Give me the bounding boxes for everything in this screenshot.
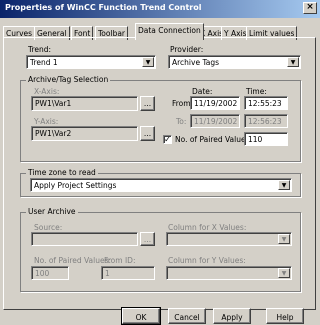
chevron-down-icon: ▼	[278, 234, 290, 244]
to-date-field: 11/19/2002	[190, 114, 240, 128]
chevron-down-icon[interactable]: ▼	[287, 57, 299, 67]
date-header: Date:	[192, 87, 213, 96]
ok-label: OK	[135, 313, 147, 322]
from-date-value: 11/19/2002	[194, 99, 238, 108]
provider-label: Provider:	[170, 45, 204, 54]
apply-label: Apply	[221, 313, 243, 322]
ellipsis-icon: ...	[143, 235, 152, 244]
paired-values-checkbox[interactable]: ✓	[163, 135, 172, 144]
from-time-value: 12:55:23	[248, 99, 282, 108]
to-date-value: 11/19/2002	[194, 117, 238, 126]
trend-label: Trend:	[28, 45, 52, 54]
x-axis-field: PW1\Var1	[31, 96, 138, 111]
user-archive-title: User Archive	[26, 207, 78, 216]
close-button[interactable]: ×	[303, 2, 317, 14]
column-y-select: ▼	[166, 266, 292, 280]
archive-tag-selection-title: Archive/Tag Selection	[26, 75, 111, 84]
to-time-value: 12:56:23	[248, 117, 282, 126]
paired-values-label: No. of Paired Values:	[175, 135, 253, 144]
column-x-label: Column for X Values:	[168, 223, 247, 232]
help-label: Help	[276, 313, 294, 322]
source-field	[31, 232, 138, 246]
cancel-label: Cancel	[174, 313, 200, 322]
ok-button[interactable]: OK	[121, 307, 161, 325]
x-axis-value: PW1\Var1	[35, 99, 72, 108]
from-date-field[interactable]: 11/19/2002	[190, 96, 240, 110]
time-zone-select[interactable]: Apply Project Settings ▼	[30, 178, 292, 192]
paired-values-value: 110	[248, 135, 263, 144]
from-time-field[interactable]: 12:55:23	[244, 96, 288, 110]
trend-value: Trend 1	[30, 58, 58, 67]
y-axis-label: Y-Axis:	[34, 117, 59, 126]
cancel-button[interactable]: Cancel	[168, 308, 206, 324]
user-paired-values-field: 100	[31, 266, 69, 280]
tab-data-connection[interactable]: Data Connection	[135, 23, 204, 40]
y-axis-field: PW1\Var2	[31, 126, 138, 141]
y-axis-browse-button[interactable]: ...	[140, 126, 155, 141]
column-x-select: ▼	[166, 232, 292, 246]
help-button[interactable]: Help	[266, 308, 304, 324]
from-id-value: 1	[105, 269, 110, 278]
window-title: Properties of WinCC Function Trend Contr…	[5, 3, 202, 12]
time-header: Time:	[246, 87, 267, 96]
source-browse-button: ...	[140, 232, 155, 246]
to-time-field: 12:56:23	[244, 114, 288, 128]
window-title-bar: Properties of WinCC Function Trend Contr…	[0, 0, 320, 18]
y-axis-value: PW1\Var2	[35, 129, 72, 138]
user-paired-values-label: No. of Paired Values:	[34, 256, 112, 265]
from-id-field: 1	[101, 266, 155, 280]
apply-button[interactable]: Apply	[213, 308, 251, 324]
provider-select[interactable]: Archive Tags ▼	[168, 55, 301, 69]
paired-values-field[interactable]: 110	[244, 132, 288, 146]
provider-value: Archive Tags	[172, 58, 220, 67]
column-y-label: Column for Y Values:	[168, 256, 246, 265]
ellipsis-icon: ...	[143, 129, 152, 138]
x-axis-label: X-Axis:	[34, 87, 60, 96]
chevron-down-icon[interactable]: ▼	[278, 180, 290, 190]
close-icon: ×	[306, 2, 314, 12]
chevron-down-icon: ▼	[278, 268, 290, 278]
from-id-label: From ID:	[104, 256, 136, 265]
ellipsis-icon: ...	[143, 99, 152, 108]
time-zone-value: Apply Project Settings	[34, 181, 117, 190]
tab-label: Data Connection	[138, 26, 201, 35]
user-paired-values-value: 100	[35, 269, 50, 278]
to-label: To:	[176, 117, 187, 126]
trend-select[interactable]: Trend 1 ▼	[26, 55, 156, 69]
source-label: Source:	[34, 223, 63, 232]
x-axis-browse-button[interactable]: ...	[140, 96, 155, 111]
chevron-down-icon[interactable]: ▼	[142, 57, 154, 67]
time-zone-title: Time zone to read	[26, 168, 98, 177]
checkmark-icon: ✓	[164, 135, 171, 144]
